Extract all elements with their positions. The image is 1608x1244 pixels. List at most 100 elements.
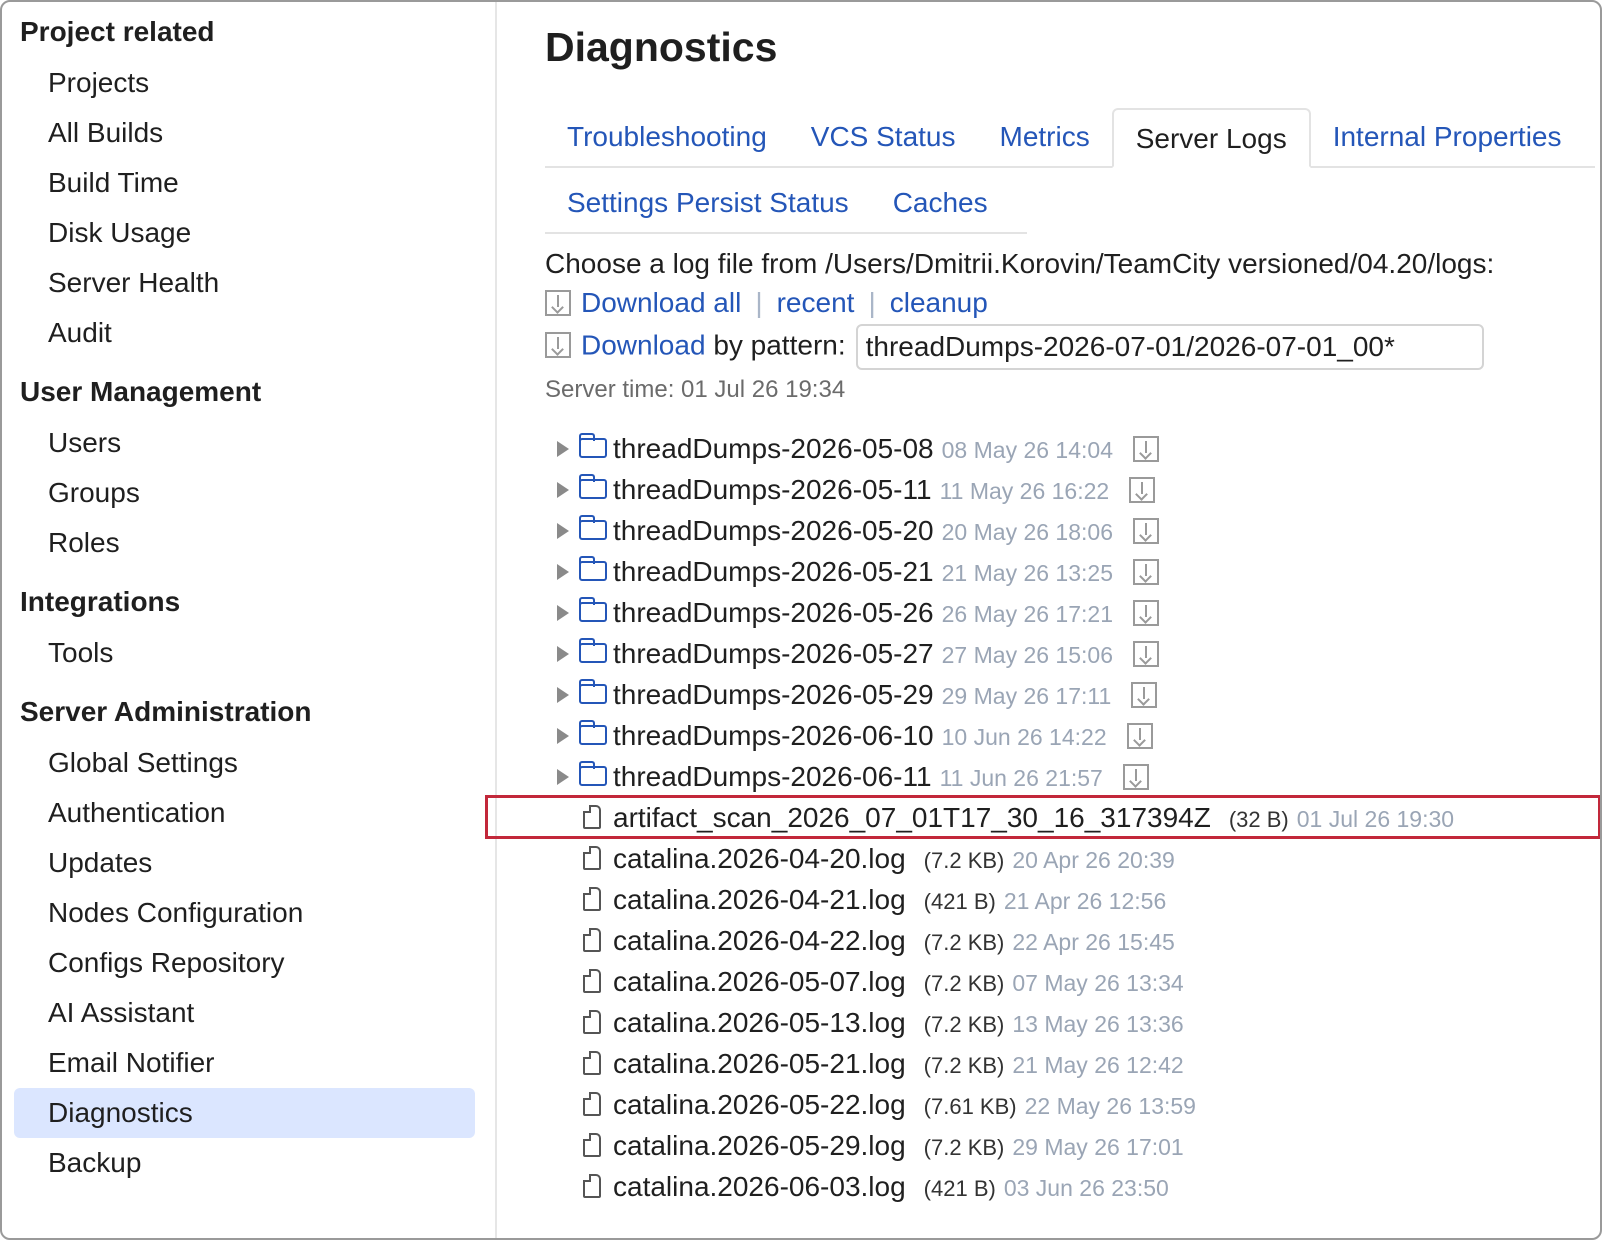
folder-name[interactable]: threadDumps-2026-06-10 (613, 720, 934, 751)
download-icon[interactable] (1132, 559, 1159, 585)
file-name[interactable]: catalina.2026-04-20.log (613, 843, 906, 874)
cleanup-link[interactable]: cleanup (890, 287, 988, 318)
expand-arrow-icon[interactable] (557, 441, 569, 457)
file-name[interactable]: catalina.2026-04-21.log (613, 884, 906, 915)
file-row: artifact_scan_2026_07_01T17_30_16_317394… (485, 795, 1600, 839)
pattern-input[interactable]: threadDumps-2026-07-01/2026-07-01_00* (855, 324, 1484, 370)
expand-arrow-icon[interactable] (557, 687, 569, 703)
tabs-row-1: Troubleshooting VCS Status Metrics Server L… (545, 108, 1595, 168)
folder-name[interactable]: threadDumps-2026-05-27 (613, 638, 934, 669)
folder-name[interactable]: threadDumps-2026-06-11 (613, 761, 932, 792)
expand-arrow-icon[interactable] (557, 728, 569, 744)
sidebar-item-audit[interactable]: Audit (14, 308, 475, 358)
folder-name[interactable]: threadDumps-2026-05-20 (613, 515, 934, 546)
file-icon (583, 969, 601, 993)
download-icon[interactable] (545, 332, 571, 359)
sidebar-item-projects[interactable]: Projects (14, 58, 475, 108)
download-icon[interactable] (1132, 600, 1159, 626)
expand-arrow-icon[interactable] (557, 769, 569, 785)
folder-name[interactable]: threadDumps-2026-05-21 (613, 556, 934, 587)
sidebar-item-ai-assistant[interactable]: AI Assistant (14, 988, 475, 1038)
download-icon[interactable] (1129, 477, 1156, 503)
download-icon[interactable] (1131, 682, 1158, 708)
file-date: 21 Apr 26 12:56 (1003, 888, 1167, 914)
recent-link[interactable]: recent (777, 287, 855, 318)
sidebar-item-updates[interactable]: Updates (14, 838, 475, 888)
expand-arrow-icon[interactable] (557, 482, 569, 498)
file-size: (7.2 KB) (923, 1012, 1005, 1037)
sidebar-item-backup[interactable]: Backup (14, 1138, 475, 1188)
file-entry: catalina.2026-06-03.log (421 B) 03 Jun 26 … (613, 1166, 1169, 1209)
download-icon[interactable] (545, 290, 571, 316)
folder-name[interactable]: threadDumps-2026-05-29 (613, 679, 934, 710)
file-name[interactable]: catalina.2026-06-03.log (613, 1171, 906, 1202)
file-name[interactable]: catalina.2026-04-22.log (613, 925, 906, 956)
download-icon[interactable] (1126, 723, 1153, 749)
sidebar-item-roles[interactable]: Roles (14, 518, 475, 568)
download-icon[interactable] (1132, 518, 1159, 544)
folder-date: 26 May 26 17:21 (941, 601, 1113, 627)
download-links: Download all | recent | cleanup (545, 287, 988, 319)
sidebar-section-title: User Management (20, 376, 262, 407)
sidebar-item-nodes-configuration[interactable]: Nodes Configuration (14, 888, 475, 938)
sidebar-item-groups[interactable]: Groups (14, 468, 475, 518)
sidebar-item-build-time[interactable]: Build Time (14, 158, 475, 208)
tab-metrics[interactable]: Metrics (978, 108, 1112, 166)
file-row: catalina.2026-05-29.log (7.2 KB) 29 May 26… (545, 1125, 1600, 1166)
folder-icon (579, 638, 607, 663)
tab-server-logs[interactable]: Server Logs (1111, 108, 1311, 168)
file-name[interactable]: catalina.2026-05-13.log (613, 1007, 906, 1038)
tab-internal-properties[interactable]: Internal Properties (1311, 108, 1584, 166)
expand-arrow-icon[interactable] (557, 605, 569, 621)
sidebar-item-email-notifier[interactable]: Email Notifier (14, 1038, 475, 1088)
file-entry: catalina.2026-04-22.log (7.2 KB) 22 Apr 26… (613, 920, 1175, 963)
download-pattern: Download by pattern: threadDumps-2026-07-… (545, 324, 1484, 370)
main-content: Diagnostics Troubleshooting VCS Status Met… (485, 2, 1600, 1238)
download-icon[interactable] (1132, 641, 1159, 667)
file-row: catalina.2026-04-21.log (421 B) 21 Apr 26 … (545, 879, 1600, 920)
tab-settings-persist-status[interactable]: Settings Persist Status (545, 174, 871, 232)
sidebar-item-diagnostics[interactable]: Diagnostics (14, 1088, 475, 1138)
folder-row: threadDumps-2026-05-20 20 May 26 18:06 (545, 510, 1600, 551)
sidebar-section: Server Administration Global Settings Auth… (2, 696, 495, 1188)
expand-arrow-icon[interactable] (557, 564, 569, 580)
folder-entry: threadDumps-2026-05-08 08 May 26 14:04 (613, 428, 1159, 471)
download-icon[interactable] (1132, 436, 1159, 462)
folder-date: 10 Jun 26 14:22 (941, 724, 1107, 750)
sidebar-item-disk-usage[interactable]: Disk Usage (14, 208, 475, 258)
download-all-link[interactable]: Download all (581, 287, 741, 318)
folder-name[interactable]: threadDumps-2026-05-08 (613, 433, 934, 464)
file-date: 22 Apr 26 15:45 (1012, 929, 1175, 955)
sidebar-item-all-builds[interactable]: All Builds (14, 108, 475, 158)
file-name[interactable]: artifact_scan_2026_07_01T17_30_16_317394… (613, 802, 1211, 833)
file-entry: catalina.2026-05-13.log (7.2 KB) 13 May 26… (613, 1002, 1184, 1045)
folder-row: threadDumps-2026-06-10 10 Jun 26 14:22 (545, 715, 1600, 756)
sidebar-item-configs-repository[interactable]: Configs Repository (14, 938, 475, 988)
expand-arrow-icon[interactable] (557, 523, 569, 539)
sidebar: Project related Projects All Builds Build T… (2, 2, 497, 1238)
sidebar-item-global-settings[interactable]: Global Settings (14, 738, 475, 788)
file-name[interactable]: catalina.2026-05-22.log (613, 1089, 906, 1120)
file-size: (7.61 KB) (923, 1094, 1017, 1119)
download-icon[interactable] (1122, 764, 1149, 790)
file-icon (583, 1051, 601, 1075)
file-name[interactable]: catalina.2026-05-21.log (613, 1048, 906, 1079)
tab-troubleshooting[interactable]: Troubleshooting (545, 108, 789, 166)
expand-arrow-icon[interactable] (557, 646, 569, 662)
folder-entry: threadDumps-2026-05-11 11 May 26 16:22 (613, 469, 1156, 512)
tab-caches[interactable]: Caches (871, 174, 1010, 232)
file-size: (421 B) (923, 1176, 996, 1201)
folder-entry: threadDumps-2026-06-10 10 Jun 26 14:22 (613, 715, 1153, 758)
sidebar-item-tools[interactable]: Tools (14, 628, 475, 678)
folder-name[interactable]: threadDumps-2026-05-26 (613, 597, 934, 628)
sidebar-item-server-health[interactable]: Server Health (14, 258, 475, 308)
file-name[interactable]: catalina.2026-05-07.log (613, 966, 906, 997)
folder-date: 21 May 26 13:25 (941, 560, 1113, 586)
sidebar-item-users[interactable]: Users (14, 418, 475, 468)
file-name[interactable]: catalina.2026-05-29.log (613, 1130, 906, 1161)
folder-name[interactable]: threadDumps-2026-05-11 (613, 474, 932, 505)
sidebar-item-authentication[interactable]: Authentication (14, 788, 475, 838)
tab-vcs-status[interactable]: VCS Status (789, 108, 978, 166)
download-link[interactable]: Download (581, 329, 706, 360)
file-date: 03 Jun 26 23:50 (1003, 1175, 1169, 1201)
